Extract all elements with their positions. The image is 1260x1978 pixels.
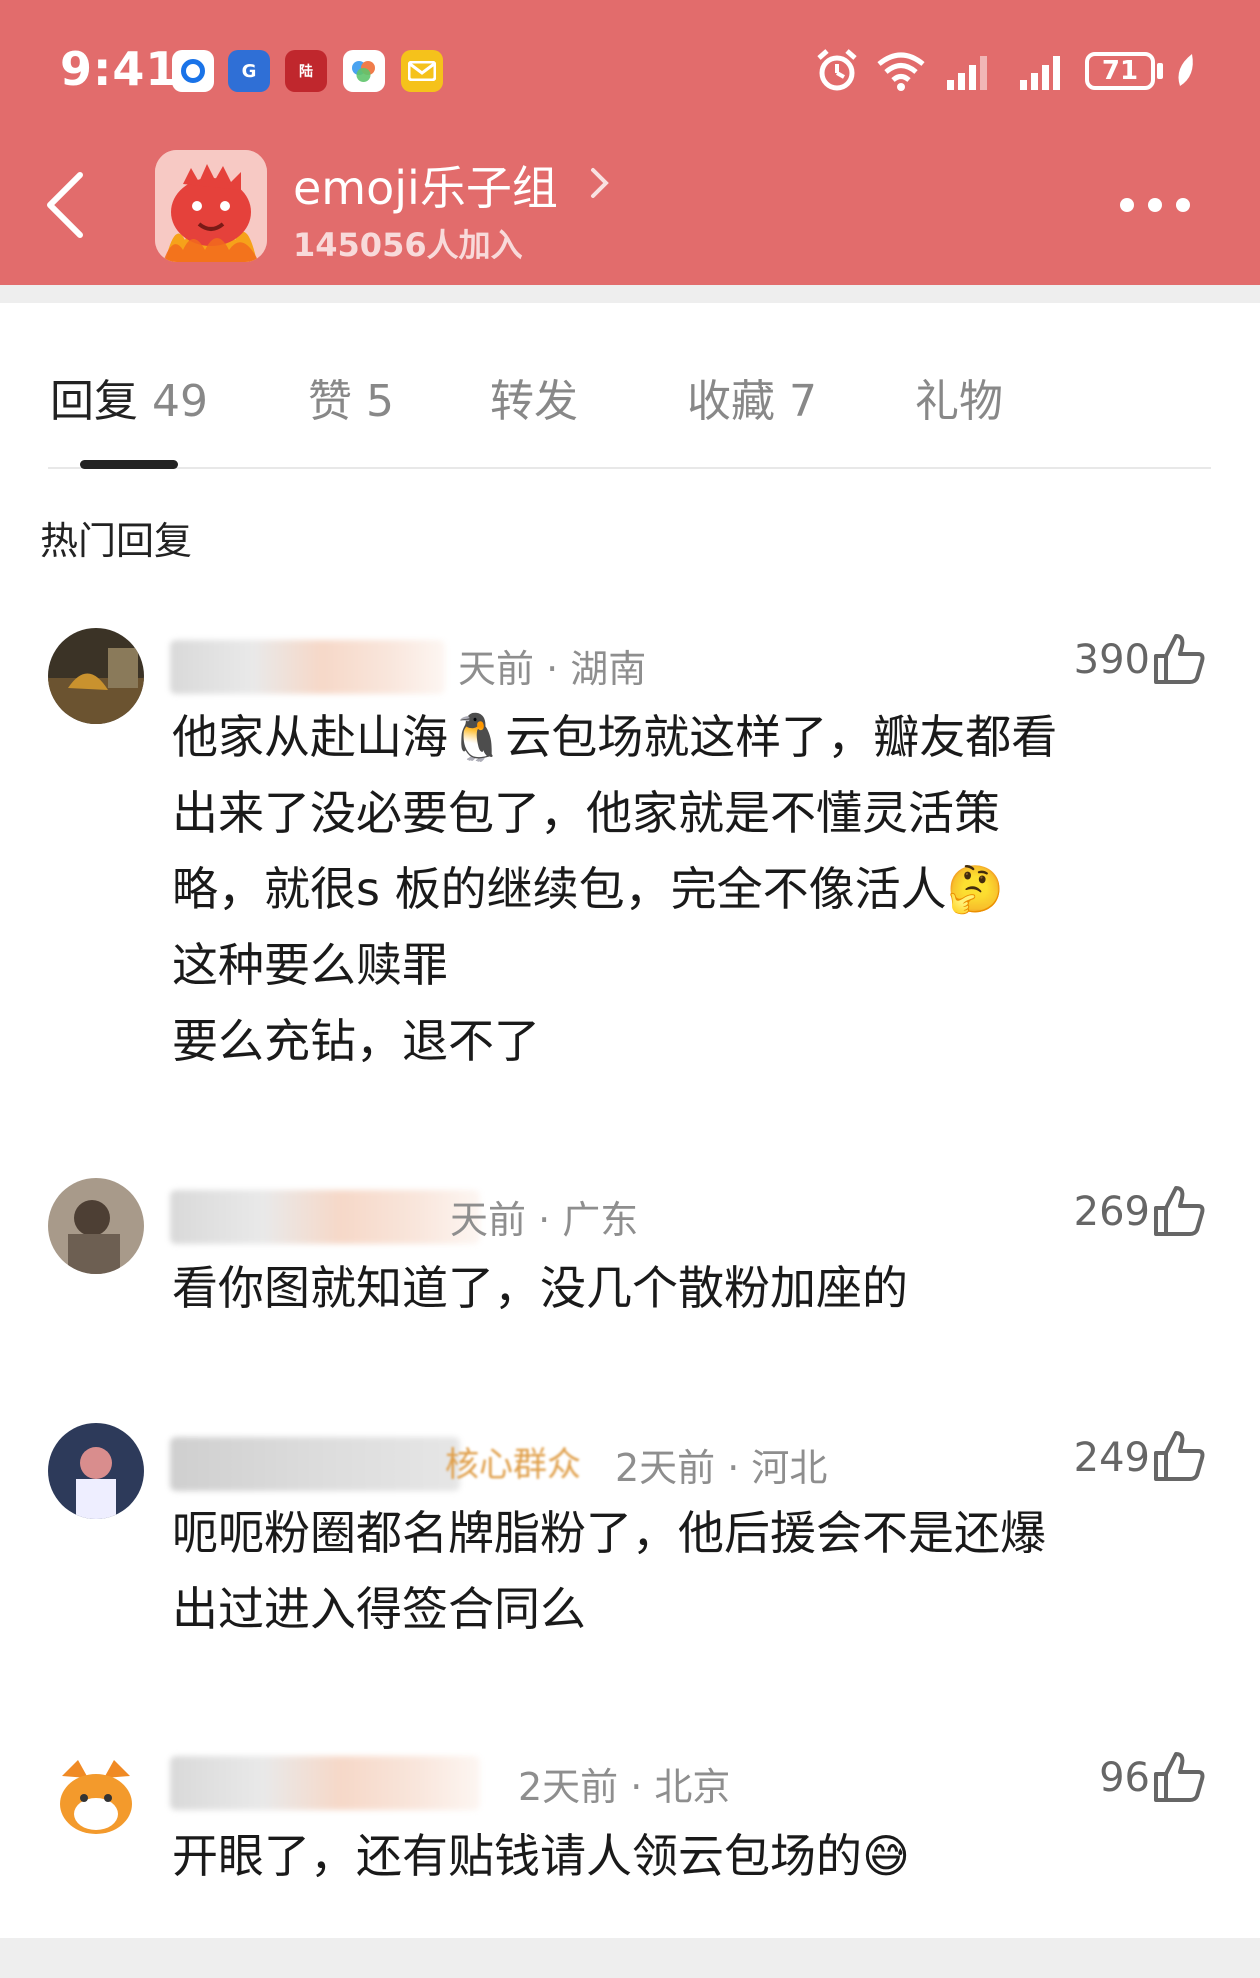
comment-meta: 2天前 · 河北 <box>615 1446 828 1490</box>
group-name[interactable]: emoji乐子组 <box>293 152 558 218</box>
user-avatar[interactable] <box>48 1178 144 1274</box>
tab-label: 礼物 <box>915 376 1003 427</box>
app-circle-icon <box>172 50 214 92</box>
blurred-username[interactable] <box>170 1190 480 1244</box>
comment-line: 呃呃粉圈都名牌脂粉了，他后援会不是还爆 <box>172 1506 1046 1560</box>
blurred-username[interactable] <box>170 640 445 694</box>
cloud-app-icon <box>343 50 385 92</box>
status-bar: 9:41 G 陆 71 <box>0 0 1260 140</box>
comment-meta: 天前 · 湖南 <box>458 647 647 691</box>
dot <box>1148 198 1162 212</box>
group-header: 9:41 G 陆 71 emoji乐子组 145056人加入 <box>0 0 1260 285</box>
bottom-bar <box>0 1938 1260 1978</box>
tab-replies[interactable]: 回复 49 <box>50 365 208 429</box>
signal-icon <box>1020 56 1060 90</box>
comment-body: 看你图就知道了，没几个散粉加座的 <box>172 1250 1182 1326</box>
comment-line: 出来了没必要包了，他家就是不懂灵活策 <box>172 786 1000 840</box>
alarm-icon <box>817 49 857 91</box>
comment-line: 出过进入得签合同么 <box>172 1582 586 1636</box>
group-avatar[interactable] <box>155 150 267 262</box>
group-member-count: 145056人加入 <box>293 226 523 264</box>
header-separator <box>0 285 1260 303</box>
tab-count: 7 <box>789 376 817 427</box>
comment-line: 略，就很s 板的继续包，完全不像活人🤔 <box>172 862 1004 916</box>
thumbs-up-icon[interactable] <box>1150 630 1208 688</box>
comment-body: 呃呃粉圈都名牌脂粉了，他后援会不是还爆 出过进入得签合同么 <box>172 1495 1182 1647</box>
wifi-icon <box>877 52 925 91</box>
blurred-username[interactable] <box>170 1756 480 1810</box>
status-time: 9:41 <box>60 42 179 96</box>
thumbs-up-icon[interactable] <box>1150 1427 1208 1485</box>
tab-label: 收藏 <box>687 376 775 427</box>
comment-meta: 2天前 · 北京 <box>518 1765 731 1809</box>
tab-count: 5 <box>366 376 394 427</box>
tab-count: 49 <box>152 376 208 427</box>
luxin-fund-icon: 陆 <box>285 50 327 92</box>
back-button[interactable] <box>40 165 100 245</box>
comment-meta: 天前 · 广东 <box>450 1198 639 1242</box>
dot <box>1176 198 1190 212</box>
comment-line: 这种要么赎罪 <box>172 938 448 992</box>
tab-likes[interactable]: 赞 5 <box>308 365 394 429</box>
tab-label: 赞 <box>308 376 352 427</box>
leaf-icon <box>1178 54 1193 86</box>
more-options-button[interactable] <box>1120 190 1210 220</box>
battery-tip <box>1157 63 1163 79</box>
mail-icon <box>401 50 443 92</box>
tab-label: 转发 <box>490 376 578 427</box>
comment-line: 开眼了，还有贴钱请人领云包场的😅 <box>172 1829 910 1883</box>
comment-line: 看你图就知道了，没几个散粉加座的 <box>172 1261 908 1315</box>
active-tab-indicator <box>80 460 178 469</box>
user-avatar[interactable] <box>48 628 144 724</box>
tab-favorites[interactable]: 收藏 7 <box>687 365 817 429</box>
like-count: 390 <box>1073 637 1150 683</box>
tab-label: 回复 <box>50 376 138 427</box>
thumbs-up-icon[interactable] <box>1150 1182 1208 1240</box>
user-avatar[interactable] <box>48 1423 144 1519</box>
comment-body: 开眼了，还有贴钱请人领云包场的😅 <box>172 1818 1182 1894</box>
blurred-username[interactable] <box>170 1437 460 1491</box>
tab-divider <box>48 467 1211 469</box>
chevron-right-icon[interactable] <box>588 165 612 201</box>
like-count: 269 <box>1073 1189 1150 1235</box>
user-avatar[interactable] <box>48 1746 144 1842</box>
comment-line: 要么充钻，退不了 <box>172 1014 540 1068</box>
section-title: 热门回复 <box>40 519 193 563</box>
dot <box>1120 198 1134 212</box>
thumbs-up-icon[interactable] <box>1150 1748 1208 1806</box>
like-count: 96 <box>1099 1755 1150 1801</box>
tab-reposts[interactable]: 转发 <box>490 365 578 429</box>
like-count: 249 <box>1073 1435 1150 1481</box>
comment-line: 他家从赴山海🐧云包场就这样了，瓣友都看 <box>172 710 1058 764</box>
battery-icon: 71 <box>1085 52 1155 90</box>
fund-app-icon: G <box>228 50 270 92</box>
comment-body: 他家从赴山海🐧云包场就这样了，瓣友都看 出来了没必要包了，他家就是不懂灵活策 略… <box>172 699 1182 1079</box>
tab-gifts[interactable]: 礼物 <box>915 365 1003 429</box>
signal-icon <box>947 56 987 90</box>
fan-badge: 核心群众 <box>445 1445 581 1485</box>
